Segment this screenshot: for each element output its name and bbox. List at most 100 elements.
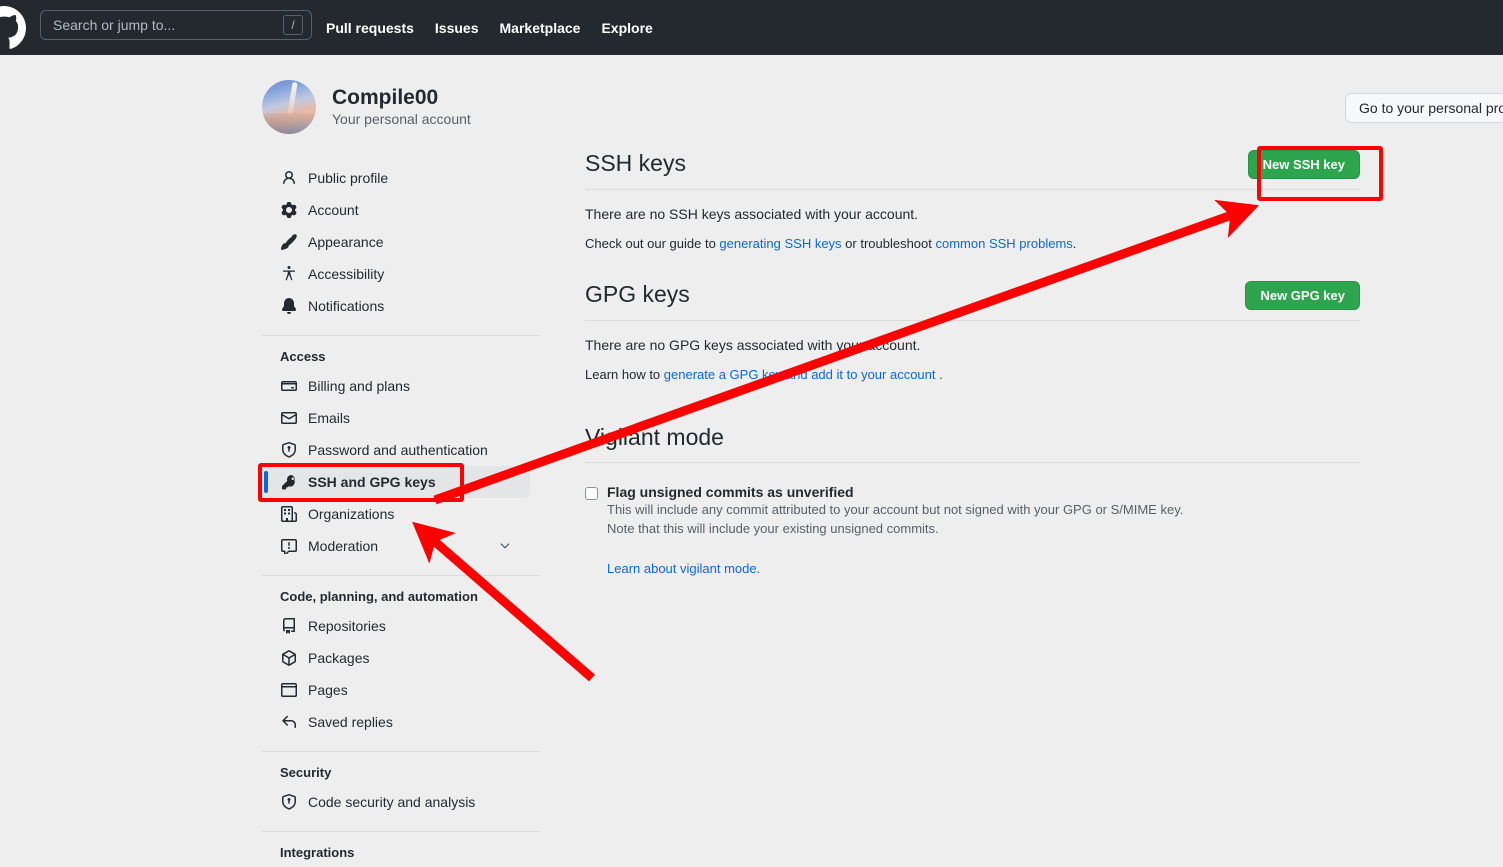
sidebar-item-code-security-and-analysis[interactable]: Code security and analysis (262, 786, 540, 818)
gpg-keys-empty-text: There are no GPG keys associated with yo… (585, 337, 921, 353)
gear-icon (280, 201, 298, 219)
main-content: SSH keys New SSH key There are no SSH ke… (585, 150, 1360, 578)
generate-gpg-key-link[interactable]: generate a GPG key and add it to your ac… (664, 367, 936, 382)
sidebar-group-title-code-planning-automation: Code, planning, and automation (280, 589, 478, 604)
sidebar-label: Packages (308, 650, 370, 666)
nav-marketplace[interactable]: Marketplace (500, 20, 581, 36)
flag-unsigned-commits-label: Flag unsigned commits as unverified (607, 483, 854, 500)
key-icon (280, 473, 298, 491)
top-navigation-bar: Search or jump to... / Pull requests Iss… (0, 0, 1503, 55)
sidebar-label: Password and authentication (308, 442, 488, 458)
sidebar-group-title-security: Security (280, 765, 332, 780)
sidebar-item-billing-and-plans[interactable]: Billing and plans (262, 370, 540, 402)
mail-icon (280, 409, 298, 427)
gpg-keys-learn-line: Learn how to generate a GPG key and add … (585, 367, 1360, 382)
sidebar-item-account[interactable]: Account (262, 194, 540, 226)
sidebar-item-pages[interactable]: Pages (262, 674, 540, 706)
sidebar-item-moderation[interactable]: Moderation (262, 530, 530, 562)
sidebar-item-appearance[interactable]: Appearance (262, 226, 540, 258)
report-icon (280, 537, 298, 555)
sidebar-item-ssh-and-gpg-keys[interactable]: SSH and GPG keys (262, 466, 530, 498)
sidebar-label: Accessibility (308, 266, 385, 282)
sidebar-group-title-access: Access (280, 349, 326, 364)
sidebar-label: Code security and analysis (308, 794, 476, 810)
vigilant-mode-body: Flag unsigned commits as unverified This… (585, 463, 1360, 579)
gpg-learn-suffix: . (935, 367, 943, 382)
repo-icon (280, 617, 298, 635)
account-text: Compile00 Your personal account (332, 85, 471, 130)
ssh-keys-body: There are no SSH keys associated with yo… (585, 190, 1360, 251)
sidebar-item-accessibility[interactable]: Accessibility (262, 258, 540, 290)
vigilant-mode-title: Vigilant mode (585, 424, 724, 450)
nav-issues[interactable]: Issues (435, 20, 479, 36)
shield-lock-icon (280, 441, 298, 459)
github-mark-icon[interactable] (0, 6, 26, 50)
package-icon (280, 649, 298, 667)
sidebar-item-notifications[interactable]: Notifications (262, 290, 540, 322)
sidebar-item-password-and-authentication[interactable]: Password and authentication (262, 434, 540, 466)
generating-ssh-keys-link[interactable]: generating SSH keys (719, 236, 841, 251)
flag-unsigned-commits-checkbox[interactable] (585, 486, 598, 500)
account-subtitle: Your personal account (332, 110, 471, 127)
sidebar-item-emails[interactable]: Emails (262, 402, 540, 434)
account-name: Compile00 (332, 85, 439, 109)
paintbrush-icon (280, 233, 298, 251)
new-gpg-key-button[interactable]: New GPG key (1245, 281, 1360, 310)
search-placeholder: Search or jump to... (53, 17, 176, 33)
sidebar-label: Public profile (308, 170, 389, 186)
sidebar-label: Saved replies (308, 714, 393, 730)
sidebar-label: Notifications (308, 298, 385, 314)
ssh-keys-section-header: SSH keys New SSH key (585, 150, 1360, 190)
credit-card-icon (280, 377, 298, 395)
accessibility-icon (280, 265, 298, 283)
new-ssh-key-button[interactable]: New SSH key (1247, 150, 1360, 179)
gpg-keys-title: GPG keys (585, 281, 690, 307)
ssh-guide-suffix: . (1072, 236, 1077, 251)
sidebar-label: Pages (308, 682, 348, 698)
sidebar-label: Moderation (308, 538, 379, 554)
reply-icon (280, 713, 298, 731)
ssh-keys-title: SSH keys (585, 150, 686, 176)
vigilant-text-block: Flag unsigned commits as unverified This… (607, 483, 1183, 579)
account-header: Compile00 Your personal account (262, 80, 471, 134)
chevron-down-icon[interactable] (498, 539, 512, 553)
settings-sidebar: Public profile Account Appearance Access… (262, 162, 540, 866)
sidebar-label: Account (308, 202, 359, 218)
ssh-keys-guide-line: Check out our guide to generating SSH ke… (585, 236, 1360, 251)
avatar[interactable] (262, 80, 316, 134)
browser-icon (280, 681, 298, 699)
sidebar-label: Billing and plans (308, 378, 410, 394)
sidebar-label: SSH and GPG keys (308, 474, 436, 490)
ssh-guide-middle: or troubleshoot (841, 236, 936, 251)
learn-about-vigilant-mode-link[interactable]: Learn about vigilant mode. (607, 561, 760, 576)
vigilant-note-2: Note that this will include your existin… (607, 521, 939, 537)
sidebar-item-public-profile[interactable]: Public profile (262, 162, 540, 194)
shield-check-icon (280, 793, 298, 811)
nav-explore[interactable]: Explore (601, 20, 652, 36)
sidebar-label: Appearance (308, 234, 384, 250)
sidebar-label: Repositories (308, 618, 386, 634)
gpg-keys-body: There are no GPG keys associated with yo… (585, 321, 1360, 382)
sidebar-group-title-integrations: Integrations (280, 845, 355, 860)
organization-icon (280, 505, 298, 523)
bell-icon (280, 297, 298, 315)
sidebar-item-saved-replies[interactable]: Saved replies (262, 706, 540, 738)
ssh-guide-prefix: Check out our guide to (585, 236, 720, 251)
vigilant-mode-section-header: Vigilant mode (585, 424, 1360, 463)
search-shortcut-badge: / (283, 15, 303, 35)
go-to-personal-profile-button[interactable]: Go to your personal profile (1345, 93, 1503, 123)
nav-pull-requests[interactable]: Pull requests (326, 20, 414, 36)
gpg-learn-prefix: Learn how to (585, 367, 664, 382)
common-ssh-problems-link[interactable]: common SSH problems (936, 236, 1073, 251)
person-icon (280, 169, 298, 187)
sidebar-label: Emails (308, 410, 351, 426)
ssh-keys-empty-text: There are no SSH keys associated with yo… (585, 206, 919, 222)
gpg-keys-section-header: GPG keys New GPG key (585, 281, 1360, 321)
sidebar-item-repositories[interactable]: Repositories (262, 610, 540, 642)
sidebar-item-organizations[interactable]: Organizations (262, 498, 540, 530)
sidebar-label: Organizations (308, 506, 395, 522)
search-input[interactable]: Search or jump to... / (40, 10, 312, 40)
vigilant-note-1: This will include any commit attributed … (607, 502, 1184, 518)
sidebar-item-packages[interactable]: Packages (262, 642, 540, 674)
header-nav-links: Pull requests Issues Marketplace Explore (326, 0, 653, 55)
